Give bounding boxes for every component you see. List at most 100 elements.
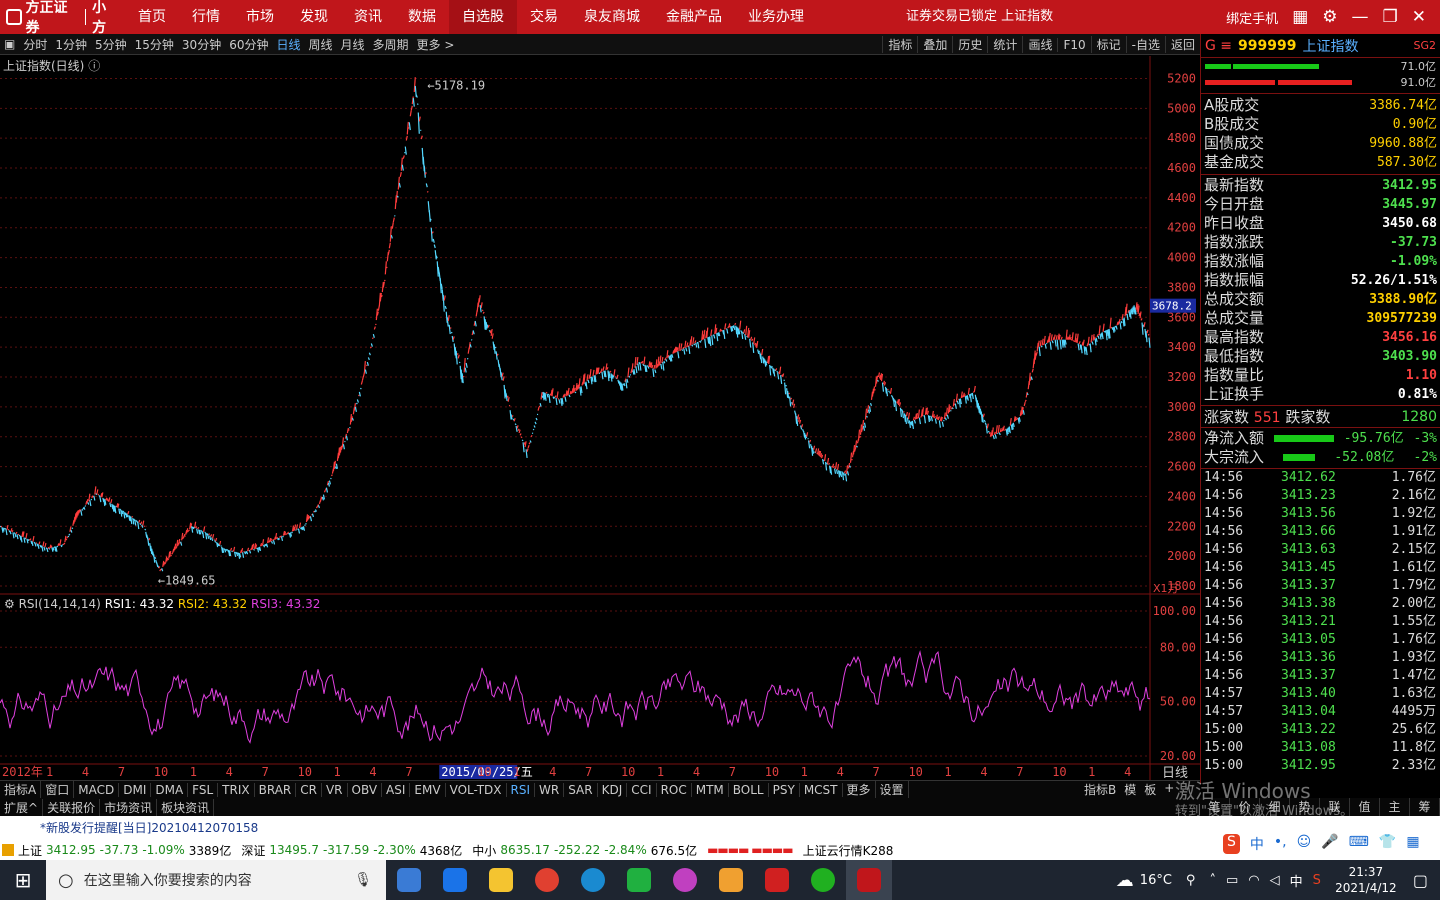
gear-icon[interactable]: ⚙ xyxy=(1322,7,1337,27)
indicator-tab-11[interactable]: ASI xyxy=(382,782,411,797)
indicator-tab-15[interactable]: WR xyxy=(535,782,565,797)
nav-item-0[interactable]: 首页 xyxy=(125,0,179,34)
indicator-tab-1[interactable]: 窗口 xyxy=(41,781,75,798)
indicator-tab-19[interactable]: ROC xyxy=(657,782,692,797)
period-tab-3[interactable]: 15分钟 xyxy=(131,36,178,53)
ime-zh-icon[interactable]: 中 xyxy=(1250,834,1264,854)
notification-icon[interactable]: ▢ xyxy=(1413,871,1428,890)
ime-indicator[interactable]: 中 xyxy=(1290,871,1303,890)
wechat-icon[interactable] xyxy=(800,860,846,900)
indicator-tab-23[interactable]: MCST xyxy=(800,782,843,797)
indicator-tab-16[interactable]: SAR xyxy=(564,782,598,797)
nav-item-4[interactable]: 资讯 xyxy=(341,0,395,34)
tool-5[interactable]: F10 xyxy=(1057,37,1090,52)
indicator-tab-4[interactable]: DMA xyxy=(151,782,189,797)
right-tab-1[interactable]: 模 xyxy=(1120,781,1140,798)
indicator-tab-13[interactable]: VOL-TDX xyxy=(446,782,507,797)
tool-4[interactable]: 画线 xyxy=(1022,36,1057,53)
nav-item-3[interactable]: 发现 xyxy=(287,0,341,34)
period-tab-6[interactable]: 日线 xyxy=(272,36,304,53)
tick-list[interactable]: 14:56 3412.62 1.76亿 14:56 3413.23 2.16亿 14:56 3… xyxy=(1201,469,1440,775)
period-tab-0[interactable]: 分时 xyxy=(19,36,51,53)
battery-icon[interactable]: ▭ xyxy=(1226,873,1238,888)
nav-item-5[interactable]: 数据 xyxy=(395,0,449,34)
nav-item-8[interactable]: 泉友商城 xyxy=(571,0,653,34)
mic-icon[interactable]: 🎤 xyxy=(1321,834,1338,854)
taskbar-search[interactable]: ○ 在这里输入你要搜索的内容 🎙 xyxy=(46,860,386,900)
period-tab-9[interactable]: 多周期 xyxy=(369,36,413,53)
indicator-tab-2[interactable]: MACD xyxy=(74,782,120,797)
period-tab-10[interactable]: 更多 > xyxy=(413,36,459,53)
bottom-tab-2[interactable]: 市场资讯 xyxy=(100,798,158,816)
explorer-icon[interactable] xyxy=(478,860,524,900)
period-tab-5[interactable]: 60分钟 xyxy=(225,36,272,53)
close-icon[interactable]: ✕ xyxy=(1412,7,1426,27)
right-tab-2[interactable]: 板 xyxy=(1140,781,1160,798)
indicator-tab-14[interactable]: RSI xyxy=(507,782,536,797)
indicator-tab-24[interactable]: 更多 xyxy=(843,781,876,798)
bottom-tab-3[interactable]: 板块资讯 xyxy=(157,798,215,816)
people-icon[interactable]: ⚲ xyxy=(1186,873,1196,888)
edge-icon[interactable] xyxy=(570,860,616,900)
tool-1[interactable]: 叠加 xyxy=(917,36,952,53)
emoji-icon[interactable]: ☺ xyxy=(1297,834,1312,854)
indicator-tab-7[interactable]: BRAR xyxy=(255,782,297,797)
indicator-tab-6[interactable]: TRIX xyxy=(218,782,255,797)
minimize-icon[interactable]: — xyxy=(1352,7,1369,27)
period-tab-1[interactable]: 1分钟 xyxy=(51,36,91,53)
cloud-quote[interactable]: 上证云行情K288 xyxy=(803,842,894,859)
tool-7[interactable]: -自选 xyxy=(1125,36,1165,53)
indicator-tab-0[interactable]: 指标A xyxy=(0,781,42,798)
period-tab-8[interactable]: 月线 xyxy=(337,36,369,53)
indicator-tab-20[interactable]: MTM xyxy=(692,782,729,797)
period-tab-4[interactable]: 30分钟 xyxy=(178,36,225,53)
indicator-tab-8[interactable]: CR xyxy=(296,782,322,797)
nav-item-2[interactable]: 市场 xyxy=(233,0,287,34)
founder-app-icon[interactable] xyxy=(846,860,892,900)
indicator-tab-5[interactable]: FSL xyxy=(188,782,219,797)
chrome-icon[interactable] xyxy=(524,860,570,900)
volume-icon[interactable]: ◁ xyxy=(1270,873,1280,888)
keyboard-icon[interactable]: ⌨ xyxy=(1349,834,1369,854)
indicator-tab-21[interactable]: BOLL xyxy=(729,782,769,797)
tool-6[interactable]: 标记 xyxy=(1090,36,1126,53)
tray-up-icon[interactable]: ˄ xyxy=(1209,873,1216,888)
skin-icon[interactable]: 👕 xyxy=(1379,834,1396,854)
period-tab-2[interactable]: 5分钟 xyxy=(91,36,131,53)
punct-icon[interactable]: •, xyxy=(1274,834,1287,854)
photos-icon[interactable] xyxy=(662,860,708,900)
indicator-tab-10[interactable]: OBV xyxy=(348,782,383,797)
store-icon[interactable] xyxy=(386,860,432,900)
nav-item-1[interactable]: 行情 xyxy=(179,0,233,34)
tool-8[interactable]: 返回 xyxy=(1164,36,1200,53)
mic-search-icon[interactable]: 🎙 xyxy=(354,872,372,888)
tool-0[interactable]: 指标 xyxy=(882,36,917,53)
period-tab-7[interactable]: 周线 xyxy=(305,36,337,53)
tv-app-icon[interactable] xyxy=(616,860,662,900)
ime-toolbar[interactable]: S 中 •, ☺ 🎤 ⌨ 👕 ▦ xyxy=(1219,834,1420,854)
mail-icon[interactable] xyxy=(432,860,478,900)
restore-icon[interactable]: ❐ xyxy=(1383,7,1398,27)
app-icon[interactable] xyxy=(708,860,754,900)
indicator-tab-17[interactable]: KDJ xyxy=(598,782,628,797)
sogou-tray-icon[interactable]: S xyxy=(1313,873,1321,888)
indicator-tab-9[interactable]: VR xyxy=(322,782,348,797)
kline-chart[interactable]: 1800200022002400260028003000320034003600… xyxy=(0,56,1200,780)
grid-icon[interactable]: ▦ xyxy=(1292,7,1308,27)
indicator-tab-3[interactable]: DMI xyxy=(119,782,152,797)
panel-tab-7[interactable]: 筹 xyxy=(1410,798,1440,816)
indicator-tab-22[interactable]: PSY xyxy=(769,782,800,797)
indicator-tab-12[interactable]: EMV xyxy=(410,782,446,797)
panel-tab-5[interactable]: 值 xyxy=(1350,798,1380,816)
brand-logo[interactable]: 方正证券 小方 xyxy=(0,0,125,36)
tool-2[interactable]: 历史 xyxy=(952,36,987,53)
toolbox-icon[interactable]: ▦ xyxy=(1406,834,1419,854)
weather-icon[interactable]: ☁ xyxy=(1116,870,1134,891)
nav-item-6[interactable]: 自选股 xyxy=(449,0,517,34)
bind-phone-link[interactable]: 绑定手机 xyxy=(1226,8,1278,27)
panel-tab-6[interactable]: 主 xyxy=(1380,798,1410,816)
wps-icon[interactable] xyxy=(754,860,800,900)
bottom-tab-1[interactable]: 关联报价 xyxy=(43,798,101,816)
nav-item-7[interactable]: 交易 xyxy=(517,0,571,34)
indicator-tab-25[interactable]: 设置 xyxy=(876,781,909,798)
